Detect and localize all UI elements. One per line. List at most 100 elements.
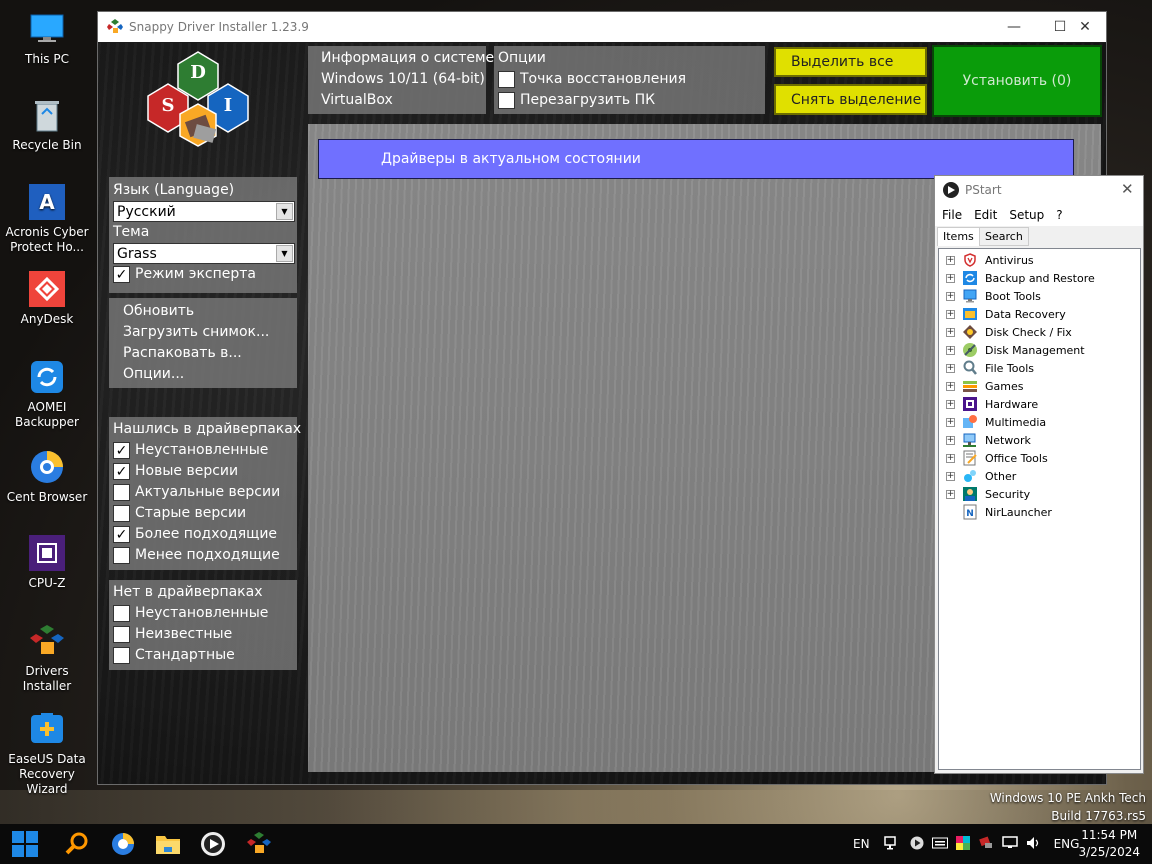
cent-browser-taskbar-icon[interactable] xyxy=(108,829,138,859)
volume-icon[interactable] xyxy=(1026,836,1042,853)
logo-letter-d: D xyxy=(190,62,206,83)
pstart-item-disk-check[interactable]: + Disk Check / Fix xyxy=(939,323,1140,341)
not-found-filter-option[interactable]: Неизвестные xyxy=(109,624,297,645)
restore-point-option[interactable]: Точка восстановления xyxy=(494,69,765,90)
pstart-taskbar-icon[interactable] xyxy=(198,829,228,859)
desktop-icon-anydesk[interactable]: AnyDesk xyxy=(0,270,94,327)
expand-icon[interactable]: + xyxy=(946,345,955,355)
sdi-titlebar[interactable]: Snappy Driver Installer 1.23.9 — ☐ ✕ xyxy=(98,12,1106,42)
found-filter-checkbox[interactable] xyxy=(113,505,130,522)
menu-edit[interactable]: Edit xyxy=(974,208,997,222)
found-filter-checkbox[interactable] xyxy=(113,484,130,501)
start-button[interactable] xyxy=(10,829,40,859)
menu-setup[interactable]: Setup xyxy=(1009,208,1044,222)
select-all-button[interactable]: Выделить все xyxy=(774,47,927,77)
desktop-icon-cent-browser[interactable]: Cent Browser xyxy=(0,448,94,505)
search-icon[interactable] xyxy=(62,829,92,859)
pstart-item-antivirus[interactable]: + Antivirus xyxy=(939,251,1140,269)
input-language-right[interactable]: ENG xyxy=(1054,837,1080,851)
desktop-icon-sdi[interactable]: Drivers Installer xyxy=(0,622,94,694)
not-found-filter-checkbox[interactable] xyxy=(113,647,130,664)
expand-icon[interactable]: + xyxy=(946,399,955,409)
found-filter-option[interactable]: ✓ Неустановленные xyxy=(109,440,297,461)
action-extract[interactable]: Распаковать в... xyxy=(109,343,297,364)
theme-select[interactable]: Grass ▼ xyxy=(113,243,295,264)
keyboard-icon[interactable] xyxy=(931,837,948,852)
expand-icon[interactable]: + xyxy=(946,255,955,265)
expand-icon[interactable]: + xyxy=(946,381,955,391)
pstart-item-disk-management[interactable]: + Disk Management xyxy=(939,341,1140,359)
action-refresh[interactable]: Обновить xyxy=(109,301,297,322)
found-filter-option[interactable]: Менее подходящие xyxy=(109,545,297,566)
install-button[interactable]: Установить (0) xyxy=(932,45,1102,117)
menu-file[interactable]: File xyxy=(942,208,962,222)
found-filter-option[interactable]: Актуальные версии xyxy=(109,482,297,503)
pstart-titlebar[interactable]: PStart ✕ xyxy=(935,176,1143,204)
expand-icon[interactable]: + xyxy=(946,435,955,445)
pstart-item-multimedia[interactable]: + Multimedia xyxy=(939,413,1140,431)
minimize-button[interactable]: — xyxy=(991,12,1037,42)
desktop-icon-aomei[interactable]: AOMEI Backupper xyxy=(0,358,94,430)
network-icon[interactable] xyxy=(883,835,900,853)
media-play-icon[interactable] xyxy=(910,836,924,853)
pstart-item-games[interactable]: + Games xyxy=(939,377,1140,395)
expand-icon[interactable]: + xyxy=(946,453,955,463)
tool-app-icon[interactable] xyxy=(978,835,994,854)
close-icon[interactable]: ✕ xyxy=(1121,180,1134,198)
desktop-icon-easeus[interactable]: EaseUS Data Recovery Wizard xyxy=(0,710,94,797)
found-filter-checkbox[interactable]: ✓ xyxy=(113,442,130,459)
file-explorer-icon[interactable] xyxy=(153,829,183,859)
desktop-icon-acronis[interactable]: A Acronis Cyber Protect Ho... xyxy=(0,183,94,255)
not-found-filter-checkbox[interactable] xyxy=(113,626,130,643)
not-found-filter-option[interactable]: Неустановленные xyxy=(109,603,297,624)
restart-pc-checkbox[interactable] xyxy=(498,92,515,109)
pstart-item-nirlauncher[interactable]: N NirLauncher xyxy=(939,503,1140,521)
desktop-icon-cpuz[interactable]: CPU-Z xyxy=(0,534,94,591)
close-button[interactable]: ✕ xyxy=(1062,12,1108,42)
menu-help[interactable]: ? xyxy=(1056,208,1062,222)
pstart-item-office-tools[interactable]: + Office Tools xyxy=(939,449,1140,467)
restart-pc-option[interactable]: Перезагрузить ПК xyxy=(494,90,765,111)
found-filter-checkbox[interactable]: ✓ xyxy=(113,463,130,480)
pstart-item-file-tools[interactable]: + File Tools xyxy=(939,359,1140,377)
found-filter-checkbox[interactable]: ✓ xyxy=(113,526,130,543)
action-load-snapshot[interactable]: Загрузить снимок... xyxy=(109,322,297,343)
found-filter-checkbox[interactable] xyxy=(113,547,130,564)
expand-icon[interactable]: + xyxy=(946,291,955,301)
language-select[interactable]: Русский ▼ xyxy=(113,201,295,222)
expand-icon[interactable]: + xyxy=(946,417,955,427)
action-options[interactable]: Опции... xyxy=(109,364,297,385)
expand-icon[interactable]: + xyxy=(946,327,955,337)
restore-point-checkbox[interactable] xyxy=(498,71,515,88)
pstart-item-data-recovery[interactable]: + Data Recovery xyxy=(939,305,1140,323)
pstart-item-label: Games xyxy=(985,379,1024,393)
color-app-icon[interactable] xyxy=(955,835,970,853)
monitor-icon[interactable] xyxy=(1001,835,1018,853)
pstart-item-boot-tools[interactable]: + Boot Tools xyxy=(939,287,1140,305)
taskbar-clock[interactable]: 11:54 PM 3/25/2024 xyxy=(1078,827,1140,861)
pstart-item-network[interactable]: + Network xyxy=(939,431,1140,449)
expand-icon[interactable]: + xyxy=(946,489,955,499)
pstart-item-other[interactable]: + Other xyxy=(939,467,1140,485)
pstart-item-backup[interactable]: + Backup and Restore xyxy=(939,269,1140,287)
input-language-left[interactable]: EN xyxy=(853,837,870,851)
found-filter-option[interactable]: ✓ Новые версии xyxy=(109,461,297,482)
found-filter-option[interactable]: Старые версии xyxy=(109,503,297,524)
desktop-icon-monitor[interactable]: This PC xyxy=(0,10,94,67)
sdi-taskbar-icon[interactable] xyxy=(244,829,274,859)
expert-mode-checkbox[interactable]: ✓ xyxy=(113,266,130,283)
pstart-item-hardware[interactable]: + Hardware xyxy=(939,395,1140,413)
expand-icon[interactable]: + xyxy=(946,471,955,481)
expand-icon[interactable]: + xyxy=(946,309,955,319)
desktop-icon-recycle-bin[interactable]: Recycle Bin xyxy=(0,96,94,153)
found-filter-option[interactable]: ✓ Более подходящие xyxy=(109,524,297,545)
deselect-button[interactable]: Снять выделение xyxy=(774,84,927,115)
tab-items[interactable]: Items xyxy=(937,227,980,246)
expert-mode-option[interactable]: ✓ Режим эксперта xyxy=(109,264,297,285)
pstart-item-security[interactable]: + Security xyxy=(939,485,1140,503)
expand-icon[interactable]: + xyxy=(946,273,955,283)
expand-icon[interactable]: + xyxy=(946,363,955,373)
tab-search[interactable]: Search xyxy=(979,227,1029,246)
not-found-filter-option[interactable]: Стандартные xyxy=(109,645,297,666)
not-found-filter-checkbox[interactable] xyxy=(113,605,130,622)
